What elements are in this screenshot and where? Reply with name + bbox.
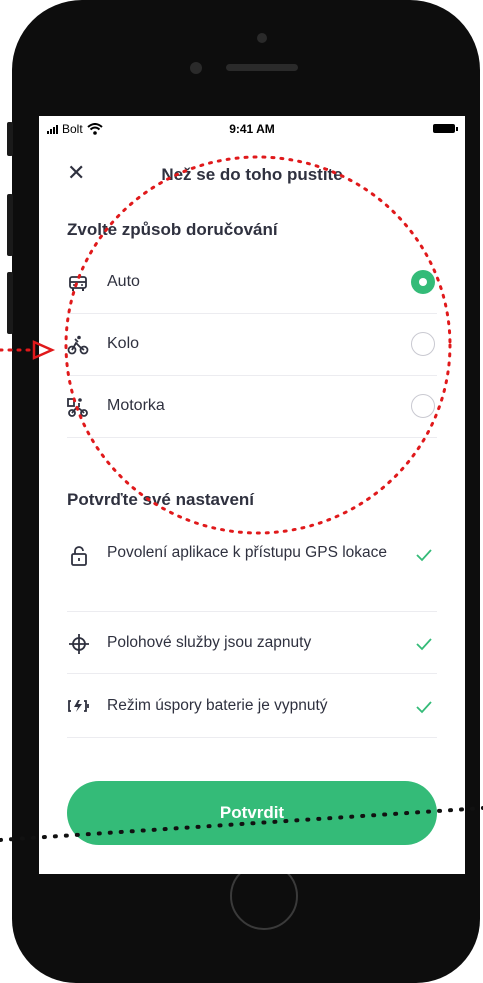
volume-up-button — [7, 194, 13, 256]
radio-unselected[interactable] — [411, 332, 435, 356]
delivery-section-title: Zvolte způsob doručování — [67, 220, 278, 239]
page-title: Než se do toho pustíte — [161, 165, 343, 184]
app-screen: Bolt 9:41 AM ✕ Než se do toho pustíte Zv… — [39, 116, 465, 874]
delivery-option-label: Auto — [107, 273, 140, 290]
setting-label: Polohové služby jsou zapnuty — [107, 634, 312, 651]
volume-down-button — [7, 272, 13, 334]
delivery-option-label: Motorka — [107, 397, 165, 414]
front-camera — [190, 62, 202, 74]
settings-section-title: Potvrďte své nastavení — [67, 490, 255, 509]
delivery-option-auto[interactable]: Auto — [67, 252, 437, 314]
check-icon — [416, 549, 432, 562]
delivery-option-label: Kolo — [107, 335, 140, 352]
confirm-button[interactable]: Potvrdit — [67, 781, 437, 845]
battery-saver-icon — [68, 700, 89, 712]
delivery-option-motorka[interactable]: Motorka — [67, 376, 437, 438]
header: ✕ Než se do toho pustíte — [39, 156, 465, 192]
check-icon — [416, 638, 432, 651]
earpiece-speaker — [226, 64, 298, 71]
setting-location-services: Polohové služby jsou zapnuty — [67, 612, 437, 674]
setting-gps-permission: Povolení aplikace k přístupu GPS lokace — [67, 536, 437, 612]
radio-unselected[interactable] — [411, 394, 435, 418]
setting-label: Povolení aplikace k přístupu GPS lokace — [107, 544, 388, 561]
bicycle-icon — [67, 335, 89, 355]
lock-icon — [71, 546, 87, 566]
setting-battery-saver: Režim úspory baterie je vypnutý — [67, 674, 437, 738]
mute-switch — [7, 122, 13, 156]
status-time: 9:41 AM — [229, 122, 275, 136]
battery-icon — [433, 124, 458, 133]
check-icon — [416, 701, 432, 714]
motorbike-icon — [67, 398, 88, 417]
setting-label: Režim úspory baterie je vypnutý — [107, 697, 328, 714]
delivery-option-kolo[interactable]: Kolo — [67, 314, 437, 376]
crosshair-icon — [69, 634, 89, 654]
sensor-dot — [257, 33, 267, 43]
radio-selected[interactable] — [411, 270, 435, 294]
car-icon — [69, 276, 87, 291]
status-bar: Bolt 9:41 AM — [39, 116, 465, 142]
